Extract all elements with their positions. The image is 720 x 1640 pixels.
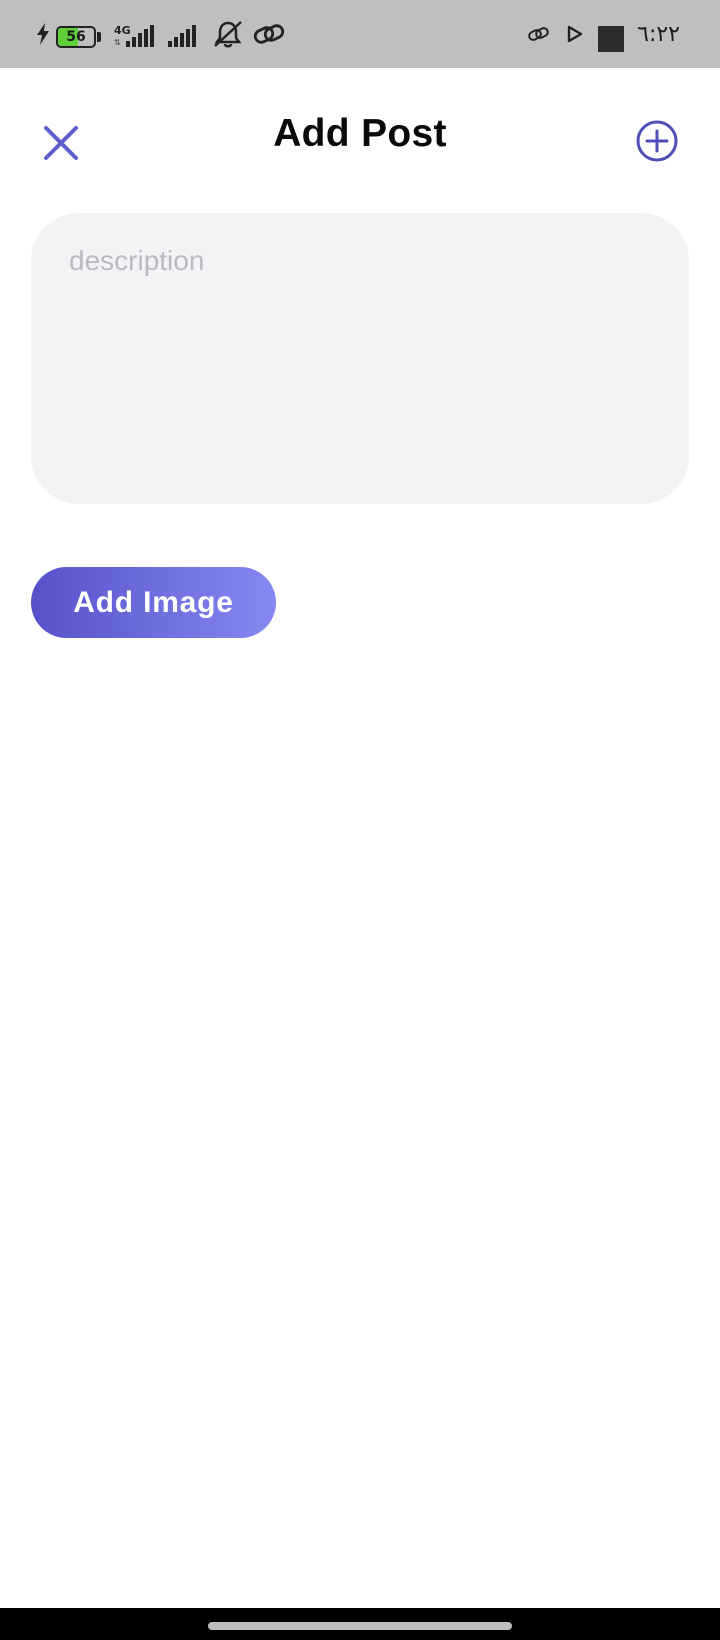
square-icon: [598, 26, 624, 52]
battery-level-text: 56: [66, 29, 86, 45]
home-indicator[interactable]: [208, 1622, 512, 1630]
description-input[interactable]: [31, 213, 689, 504]
add-image-button[interactable]: Add Image: [31, 567, 276, 638]
signal-icon: [166, 0, 202, 68]
page-title: Add Post: [273, 112, 447, 155]
add-post-button[interactable]: [632, 116, 682, 166]
status-bar: 56 4G ⇅ ٦:٢٢: [0, 0, 720, 68]
status-clock: ٦:٢٢: [637, 21, 680, 47]
play-icon: [564, 0, 586, 68]
battery-icon: 56: [56, 26, 96, 48]
signal-icon: ⇅: [114, 0, 160, 68]
battery-tip: [97, 32, 101, 42]
navigation-bar: [0, 1608, 720, 1640]
link-icon: [252, 0, 286, 68]
plus-circle-icon: [636, 120, 678, 162]
charging-bolt-icon: [34, 0, 52, 68]
link-icon: [526, 0, 552, 68]
header: Add Post: [0, 68, 720, 208]
svg-text:⇅: ⇅: [114, 38, 121, 47]
bell-muted-icon: [210, 0, 246, 68]
